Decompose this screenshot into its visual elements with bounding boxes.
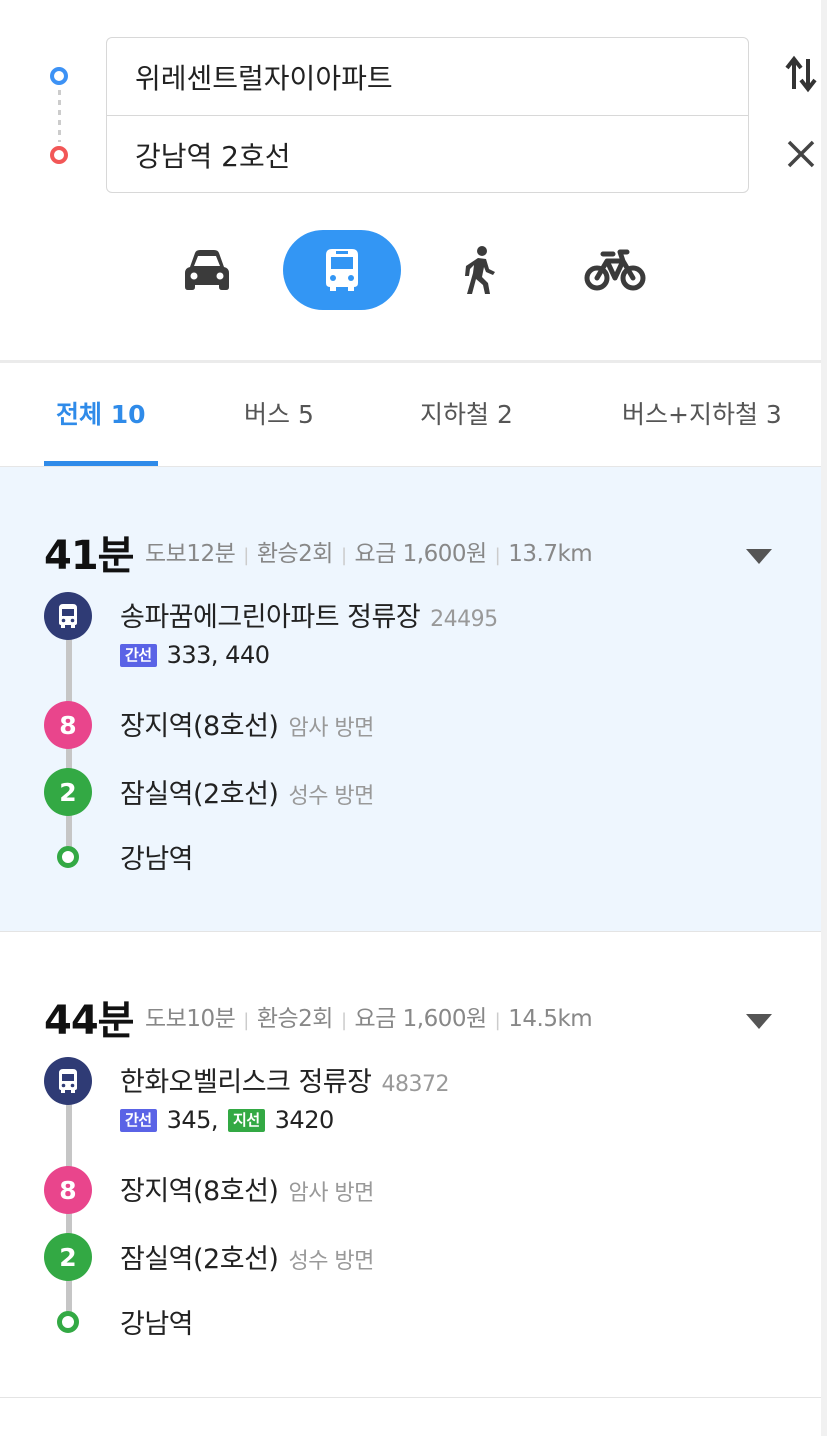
route-duration: 44분 xyxy=(44,998,134,1044)
mode-bike-button[interactable] xyxy=(575,230,655,310)
route-input-box: 위레센트럴자이아파트 강남역 2호선 xyxy=(106,37,749,193)
bus-line-numbers: 345, xyxy=(166,1106,219,1134)
walk-icon xyxy=(465,246,495,294)
transport-mode-selector xyxy=(0,230,827,310)
mode-transit-button[interactable] xyxy=(283,230,401,310)
branch-bus-tag: 지선 xyxy=(228,1108,265,1132)
tab-bus-subway[interactable]: 버스+지하철 3 xyxy=(622,395,782,431)
bus-stop-id: 24495 xyxy=(430,607,498,632)
subway-stop-name: 잠실역(2호선) xyxy=(120,779,279,810)
swap-arrows-icon xyxy=(785,55,817,93)
clear-button[interactable] xyxy=(781,134,821,174)
bus-stop-name: 한화오벨리스크 정류장 48372 xyxy=(120,1060,449,1099)
subway-stop-name: 잠실역(2호선) xyxy=(120,1244,279,1275)
swap-button[interactable] xyxy=(781,54,821,94)
bus-stop-label: 송파꿈에그린아파트 정류장 xyxy=(120,602,421,633)
bus-icon xyxy=(59,1069,77,1093)
subway-stop: 장지역(8호선) 암사 방면 xyxy=(120,1169,374,1208)
bus-lines: 간선 345, 지선 3420 xyxy=(120,1106,334,1134)
summary-separator: | xyxy=(243,1010,249,1031)
active-tab-indicator xyxy=(44,461,158,466)
close-icon xyxy=(787,140,815,168)
summary-separator: | xyxy=(494,1010,501,1031)
route-duration: 41분 xyxy=(44,533,134,579)
bus-line-numbers: 3420 xyxy=(274,1106,335,1134)
trunk-bus-tag: 간선 xyxy=(120,643,157,667)
route-card[interactable]: 41분 도보12분 | 환승2회 | 요금 1,600원 | 13.7km 송파꿈에그린아파… xyxy=(0,467,821,931)
subway-line8-badge: 8 xyxy=(44,1166,92,1214)
route-filter-tabs: 전체 10 버스 5 지하철 2 버스+지하철 3 xyxy=(0,363,821,467)
subway-direction: 암사 방면 xyxy=(288,716,374,741)
mode-walk-button[interactable] xyxy=(440,230,520,310)
tab-subway[interactable]: 지하철 2 xyxy=(420,395,513,431)
destination-stop-name: 강남역 xyxy=(120,1309,194,1340)
expand-route-button[interactable] xyxy=(744,1008,774,1032)
subway-stop: 잠실역(2호선) 성수 방면 xyxy=(120,1237,374,1276)
summary-separator: | xyxy=(494,545,501,566)
walk-time: 도보12분 xyxy=(145,541,236,567)
summary-separator: | xyxy=(340,1010,347,1031)
distance: 13.7km xyxy=(508,541,593,567)
subway-line8-badge: 8 xyxy=(44,701,92,749)
bus-lines: 간선 333, 440 xyxy=(120,641,270,669)
subway-stop: 장지역(8호선) 암사 방면 xyxy=(120,704,374,743)
destination-input[interactable]: 강남역 2호선 xyxy=(107,116,748,194)
bus-stop-badge xyxy=(44,1057,92,1105)
subway-line2-badge: 2 xyxy=(44,1233,92,1281)
summary-separator: | xyxy=(340,545,347,566)
distance: 14.5km xyxy=(508,1006,593,1032)
fare: 요금 1,600원 xyxy=(354,1006,488,1032)
tab-bus[interactable]: 버스 5 xyxy=(244,395,314,431)
transfer-count: 환승2회 xyxy=(256,1006,334,1032)
scrollbar[interactable] xyxy=(821,0,827,1436)
subway-direction: 암사 방면 xyxy=(288,1181,374,1206)
destination-marker-icon xyxy=(50,146,68,164)
bike-icon xyxy=(584,249,646,291)
destination-stop-marker xyxy=(57,1311,79,1333)
subway-stop: 잠실역(2호선) 성수 방면 xyxy=(120,772,374,811)
bus-stop-label: 한화오벨리스크 정류장 xyxy=(120,1067,372,1098)
bus-stop-id: 48372 xyxy=(381,1072,449,1097)
trunk-bus-tag: 간선 xyxy=(120,1108,157,1132)
subway-stop-name: 장지역(8호선) xyxy=(120,711,279,742)
car-icon xyxy=(185,250,229,290)
destination-stop-marker xyxy=(57,846,79,868)
destination-stop-name: 강남역 xyxy=(120,844,194,875)
walk-time: 도보10분 xyxy=(145,1006,236,1032)
subway-direction: 성수 방면 xyxy=(288,1249,374,1274)
route-card[interactable]: 44분 도보10분 | 환승2회 | 요금 1,600원 | 14.5km 한화오벨리스크 … xyxy=(0,932,821,1397)
bus-line-numbers: 333, 440 xyxy=(166,641,270,669)
route-connector-line xyxy=(58,90,61,142)
subway-stop-name: 장지역(8호선) xyxy=(120,1176,279,1207)
route-divider xyxy=(0,1397,821,1398)
origin-input[interactable]: 위레센트럴자이아파트 xyxy=(107,38,748,116)
mode-car-button[interactable] xyxy=(167,230,247,310)
bus-icon xyxy=(59,604,77,628)
bus-icon xyxy=(326,249,358,291)
expand-route-button[interactable] xyxy=(744,543,774,567)
tab-all[interactable]: 전체 10 xyxy=(56,395,146,431)
route-summary: 도보10분 | 환승2회 | 요금 1,600원 | 14.5km xyxy=(145,999,593,1033)
fare: 요금 1,600원 xyxy=(354,541,488,567)
subway-direction: 성수 방면 xyxy=(288,784,374,809)
route-summary: 도보12분 | 환승2회 | 요금 1,600원 | 13.7km xyxy=(145,534,593,568)
bus-stop-name: 송파꿈에그린아파트 정류장 24495 xyxy=(120,595,498,634)
bus-stop-badge xyxy=(44,592,92,640)
summary-separator: | xyxy=(243,545,249,566)
subway-line2-badge: 2 xyxy=(44,768,92,816)
origin-marker-icon xyxy=(50,67,68,85)
transfer-count: 환승2회 xyxy=(256,541,334,567)
